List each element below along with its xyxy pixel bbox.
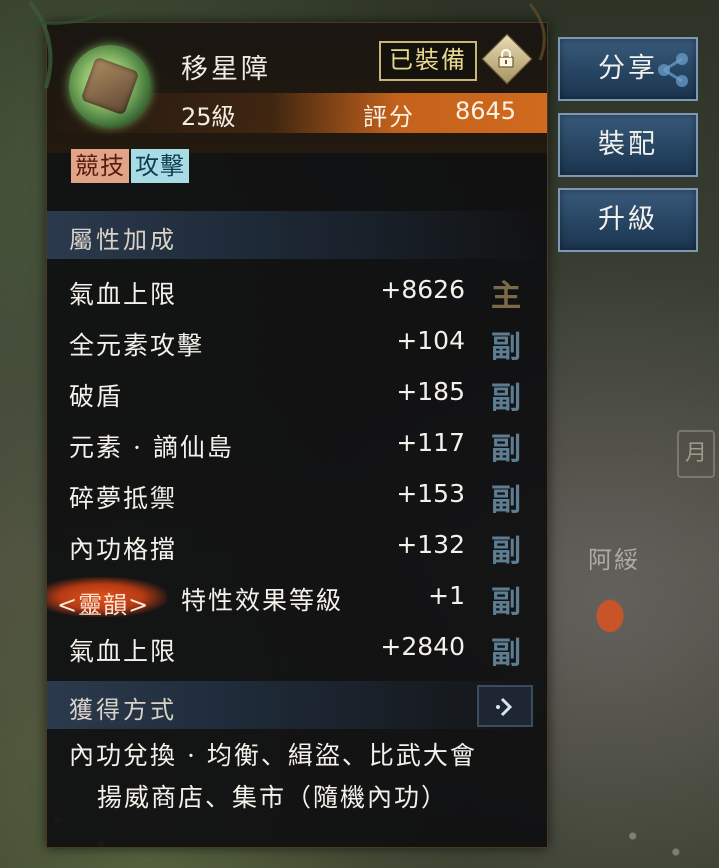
attribute-value: +153 (396, 479, 465, 508)
share-button-label: 分享 (598, 53, 658, 84)
scene-sign: 月 (677, 430, 715, 478)
attribute-row: <靈韻> 特性效果等級 +1 副 (47, 573, 547, 624)
attribute-name: 碎夢抵禦 (69, 484, 178, 513)
source-line: 揚威商店、集市（隨機內功） (97, 783, 449, 812)
score-label: 評分 (363, 103, 415, 131)
attribute-type-sub: 副 (491, 432, 521, 467)
attribute-name: 氣血上限 (69, 637, 178, 666)
attribute-type-main: 主 (491, 279, 521, 314)
item-name: 移星障 (181, 54, 271, 85)
attribute-type-sub: 副 (491, 585, 521, 620)
attribute-name: 氣血上限 (69, 280, 178, 309)
item-detail-panel: 移星障 已裝備 25級 評分 8645 競技 攻擊 屬性加成 氣血上限 +862… (46, 22, 548, 848)
lock-icon[interactable] (494, 46, 518, 70)
attribute-type-sub: 副 (491, 636, 521, 671)
attribute-value: +1 (428, 581, 465, 610)
attribute-row: 氣血上限 +2840 副 (47, 624, 547, 675)
attribute-row: 氣血上限 +8626 主 (47, 267, 547, 318)
score-value: 8645 (455, 97, 517, 125)
attribute-row: 破盾 +185 副 (47, 369, 547, 420)
fox-creature (590, 592, 630, 632)
attribute-type-sub: 副 (491, 534, 521, 569)
tag-attack: 攻擊 (131, 149, 189, 183)
item-level: 25級 (181, 103, 236, 131)
chevron-right-icon (496, 697, 513, 717)
attribute-list: 氣血上限 +8626 主 全元素攻擊 +104 副 破盾 +185 副 元素 ·… (47, 267, 547, 675)
upgrade-button[interactable]: 升級 (558, 188, 698, 252)
attribute-value: +117 (396, 428, 465, 457)
attribute-value: +132 (396, 530, 465, 559)
attribute-row: 內功格擋 +132 副 (47, 522, 547, 573)
share-icon (658, 53, 688, 87)
attribute-name: 全元素攻擊 (69, 331, 205, 360)
npc-name-label: 阿綏 (588, 546, 640, 574)
attribute-value: +8626 (380, 275, 465, 304)
attribute-value: +104 (396, 326, 465, 355)
item-tags: 競技 攻擊 (71, 149, 189, 183)
source-go-button[interactable] (477, 685, 533, 727)
attribute-type-sub: 副 (491, 483, 521, 518)
soul-rhyme-tag: <靈韻> (47, 577, 167, 619)
attribute-row: 全元素攻擊 +104 副 (47, 318, 547, 369)
attribute-name: 內功格擋 (69, 535, 178, 564)
attributes-section-header: 屬性加成 (47, 211, 547, 259)
item-icon (69, 45, 151, 127)
item-emblem-icon (80, 56, 140, 116)
tag-arena: 競技 (71, 149, 129, 183)
soul-rhyme-label: <靈韻> (57, 591, 150, 619)
equipped-badge: 已裝備 (379, 41, 477, 81)
source-section-title: 獲得方式 (69, 696, 177, 724)
attribute-row: 元素 · 謫仙島 +117 副 (47, 420, 547, 471)
attribute-value: +185 (396, 377, 465, 406)
source-description: 內功兌換 · 均衡、緝盜、比武大會 揚威商店、集市（隨機內功） (69, 735, 539, 819)
source-section-header: 獲得方式 (47, 681, 547, 729)
attribute-name: 破盾 (69, 382, 124, 411)
attribute-name: 元素 · 謫仙島 (69, 433, 234, 462)
attributes-section-title: 屬性加成 (69, 226, 177, 254)
attribute-name: 特性效果等級 (181, 586, 344, 615)
share-button[interactable]: 分享 (558, 37, 698, 101)
attribute-value: +2840 (380, 632, 465, 661)
attribute-row: 碎夢抵禦 +153 副 (47, 471, 547, 522)
attribute-type-sub: 副 (491, 381, 521, 416)
source-line: 內功兌換 · 均衡、緝盜、比武大會 (69, 741, 477, 770)
attribute-type-sub: 副 (491, 330, 521, 365)
equip-button[interactable]: 裝配 (558, 113, 698, 177)
